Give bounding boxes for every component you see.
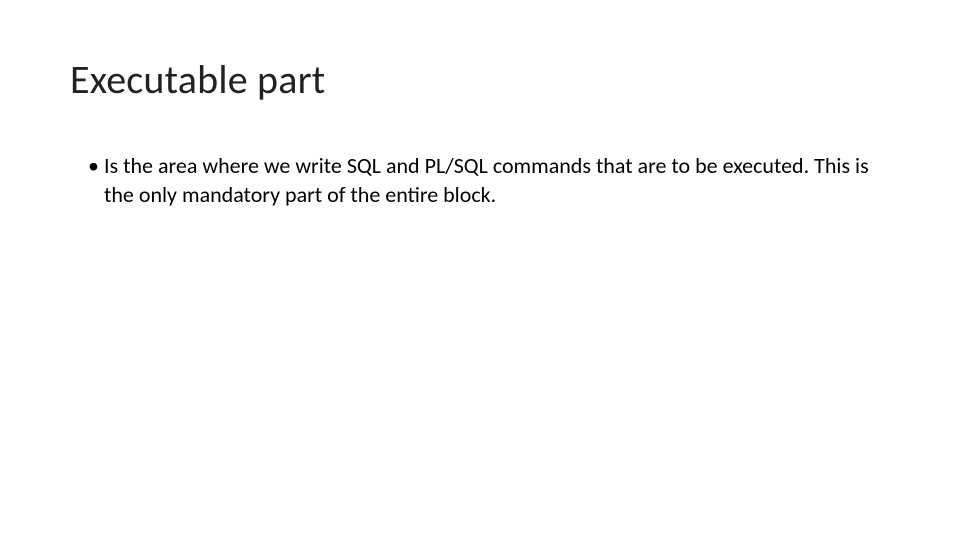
slide-title: Executable part [70,55,890,104]
bullet-item: Is the area where we write SQL and PL/SQ… [88,152,890,209]
bullet-list: Is the area where we write SQL and PL/SQ… [70,152,890,209]
